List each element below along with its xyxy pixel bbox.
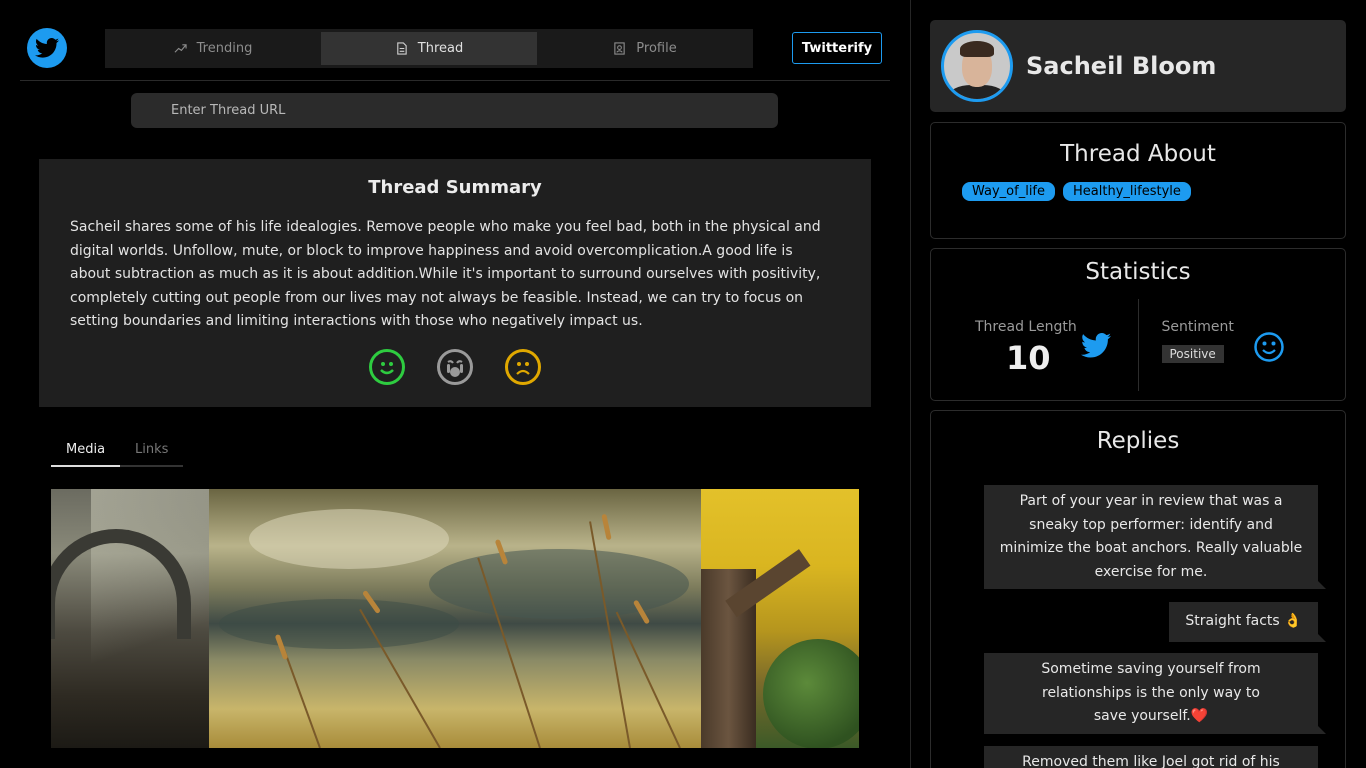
tag-list: Way_of_life Healthy_lifestyle (962, 182, 1345, 201)
shocked-face-icon[interactable] (437, 349, 473, 385)
wheat-field-image[interactable] (209, 489, 701, 748)
main-nav: Trending Thread Profile (105, 29, 753, 68)
twitter-bird-icon (1081, 333, 1111, 358)
profile-card: Sacheil Bloom (930, 20, 1346, 112)
tab-label: Thread (417, 41, 464, 56)
tab-links[interactable]: Links (120, 434, 184, 467)
thread-length-label: Thread Length (975, 319, 1077, 335)
tag-chip[interactable]: Way_of_life (962, 182, 1056, 201)
sad-face-icon[interactable] (505, 349, 541, 385)
thread-url-input[interactable] (131, 93, 778, 128)
profile-icon (614, 42, 625, 55)
tab-thread[interactable]: Thread (321, 32, 537, 65)
autumn-tree-image[interactable] (701, 489, 859, 748)
header-divider (20, 80, 890, 81)
stat-row: Thread Length 10 Sentiment Positive (931, 299, 1345, 391)
reply-bubble: Part of your year in review that was a s… (984, 485, 1326, 589)
avatar[interactable] (941, 30, 1013, 102)
thread-length-stat: Thread Length 10 (931, 299, 1138, 391)
smiley-icon (1253, 332, 1284, 362)
profile-name: Sacheil Bloom (1026, 52, 1217, 80)
twitterify-button[interactable]: Twitterify (792, 32, 882, 64)
thread-about-card: Thread About Way_of_life Healthy_lifesty… (930, 122, 1346, 239)
document-icon (396, 42, 407, 55)
reaction-row (39, 349, 871, 385)
reply-bubble: Sometime saving yourself from relationsh… (984, 653, 1326, 734)
sentiment-badge: Positive (1161, 345, 1224, 363)
about-title: Thread About (1060, 141, 1216, 167)
main-panel: Trending Thread Profile Twitterify Threa… (0, 0, 910, 768)
tab-label: Trending (196, 41, 253, 56)
statistics-card: Statistics Thread Length 10 Sentiment Po… (930, 248, 1346, 401)
tag-chip[interactable]: Healthy_lifestyle (1063, 182, 1191, 201)
sentiment-label: Sentiment (1161, 319, 1234, 335)
media-gallery (51, 489, 859, 748)
bridge-forest-image[interactable] (51, 489, 209, 748)
replies-card: Replies Part of your year in review that… (930, 410, 1346, 768)
tab-label: Profile (636, 41, 677, 56)
statistics-title: Statistics (1085, 259, 1191, 285)
media-tabs: Media Links (51, 434, 184, 467)
thread-summary-card: Thread Summary Sacheil shares some of hi… (39, 159, 871, 407)
sentiment-stat: Sentiment Positive (1137, 299, 1346, 391)
twitter-logo-icon[interactable] (27, 28, 67, 68)
thread-length-value: 10 (1006, 339, 1051, 377)
tab-trending[interactable]: Trending (105, 29, 321, 68)
tab-media[interactable]: Media (51, 434, 121, 467)
trending-icon (174, 44, 187, 53)
tab-profile[interactable]: Profile (537, 29, 753, 68)
summary-text: Sacheil shares some of his life idealogi… (70, 219, 821, 329)
column-divider (910, 0, 911, 768)
summary-title: Thread Summary (368, 177, 542, 198)
replies-title: Replies (1096, 428, 1180, 454)
reply-bubble: Removed them like Joel got rid of his (984, 746, 1318, 768)
happy-face-icon[interactable] (369, 349, 405, 385)
reply-bubble: Straight facts 👌 (1169, 602, 1326, 642)
